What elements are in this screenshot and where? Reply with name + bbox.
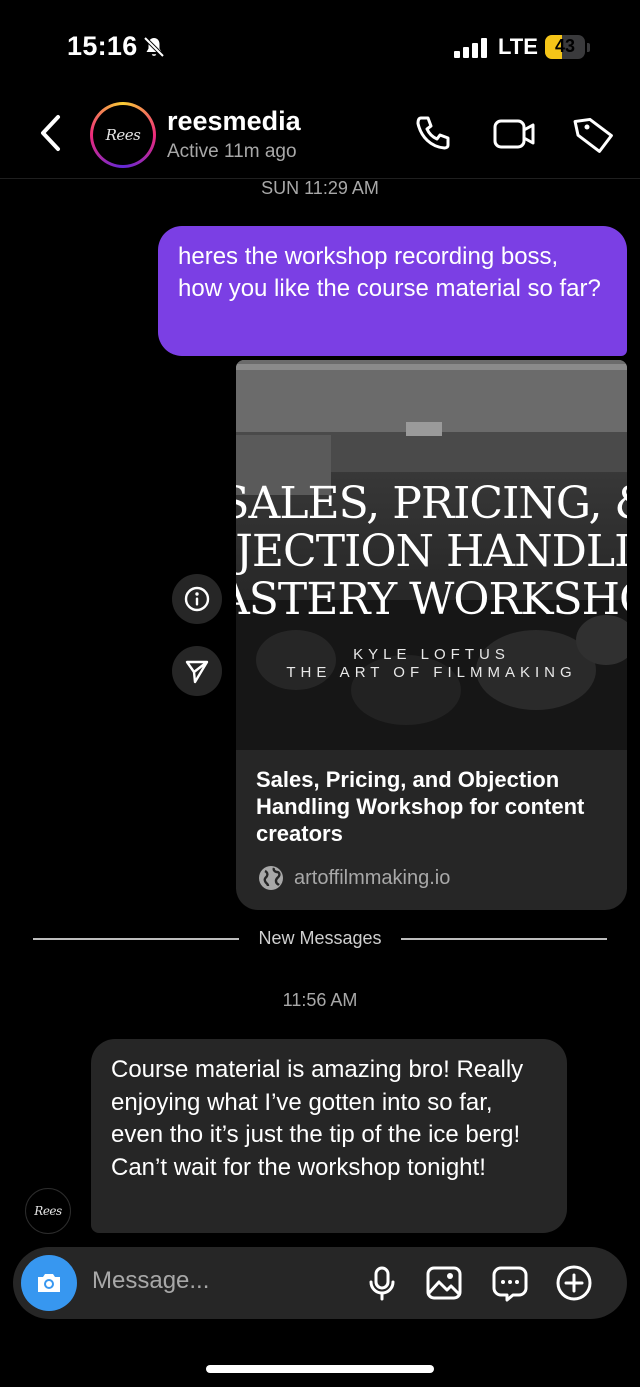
globe-icon (259, 866, 283, 890)
message-timestamp: SUN 11:29 AM (261, 178, 379, 198)
tag-icon[interactable] (572, 112, 616, 156)
info-button[interactable] (172, 574, 222, 624)
contact-name[interactable]: reesmedia (167, 106, 301, 137)
video-call-icon[interactable] (492, 112, 536, 156)
sender-avatar[interactable]: Rees (25, 1188, 71, 1234)
battery-percent: 43 (554, 36, 576, 56)
info-icon (184, 586, 210, 612)
link-preview-domain: artoffilmmaking.io (294, 867, 451, 889)
link-preview-image: SALES, PRICING, & BJECTION HANDLIN ASTER… (236, 360, 627, 750)
link-preview-title: Sales, Pricing, and Objection Handling W… (256, 767, 585, 846)
status-time: 15:16 (67, 31, 138, 61)
dm-screen: 15:16 LTE 43 Rees reesmedia Active 11m a… (0, 0, 640, 1387)
home-indicator[interactable] (206, 1365, 434, 1373)
send-paper-plane-icon (185, 660, 209, 684)
network-type: LTE (498, 34, 538, 59)
image-title-line-2: BJECTION HANDLIN (236, 526, 627, 577)
message-timestamp: 11:56 AM (282, 990, 358, 1010)
camera-button[interactable] (21, 1255, 77, 1311)
gallery-icon[interactable] (425, 1264, 463, 1302)
message-input[interactable] (92, 1267, 352, 1295)
camera-icon (38, 1274, 60, 1292)
add-plus-icon[interactable] (555, 1264, 593, 1302)
bell-muted-icon (143, 36, 165, 58)
message-composer (13, 1247, 627, 1319)
contact-avatar[interactable]: Rees (90, 102, 156, 168)
avatar-logo: Rees (105, 126, 141, 144)
microphone-icon[interactable] (363, 1264, 401, 1302)
link-preview-card[interactable]: SALES, PRICING, & BJECTION HANDLIN ASTER… (236, 360, 627, 910)
contact-active-status: Active 11m ago (167, 141, 297, 162)
sent-message-bubble[interactable]: heres the workshop recording boss, how y… (158, 226, 627, 356)
image-subtitle-brand: THE ART OF FILMMAKING (286, 664, 577, 681)
received-message-bubble[interactable]: Course material is amazing bro! Really e… (91, 1039, 567, 1233)
image-subtitle-author: KYLE LOFTUS (353, 646, 510, 663)
sticker-chat-icon[interactable] (491, 1264, 529, 1302)
divider-line-right (401, 938, 607, 940)
image-title-line-1: SALES, PRICING, & (236, 478, 627, 529)
battery-nub (587, 43, 590, 52)
battery-indicator: 43 (545, 35, 585, 59)
image-title-line-3: ASTERY WORKSHO (236, 574, 627, 625)
phone-call-icon[interactable] (412, 112, 456, 156)
avatar-logo: Rees (34, 1204, 62, 1218)
cellular-signal-icon (454, 38, 487, 58)
share-button[interactable] (172, 646, 222, 696)
back-chevron-icon[interactable] (36, 113, 66, 153)
